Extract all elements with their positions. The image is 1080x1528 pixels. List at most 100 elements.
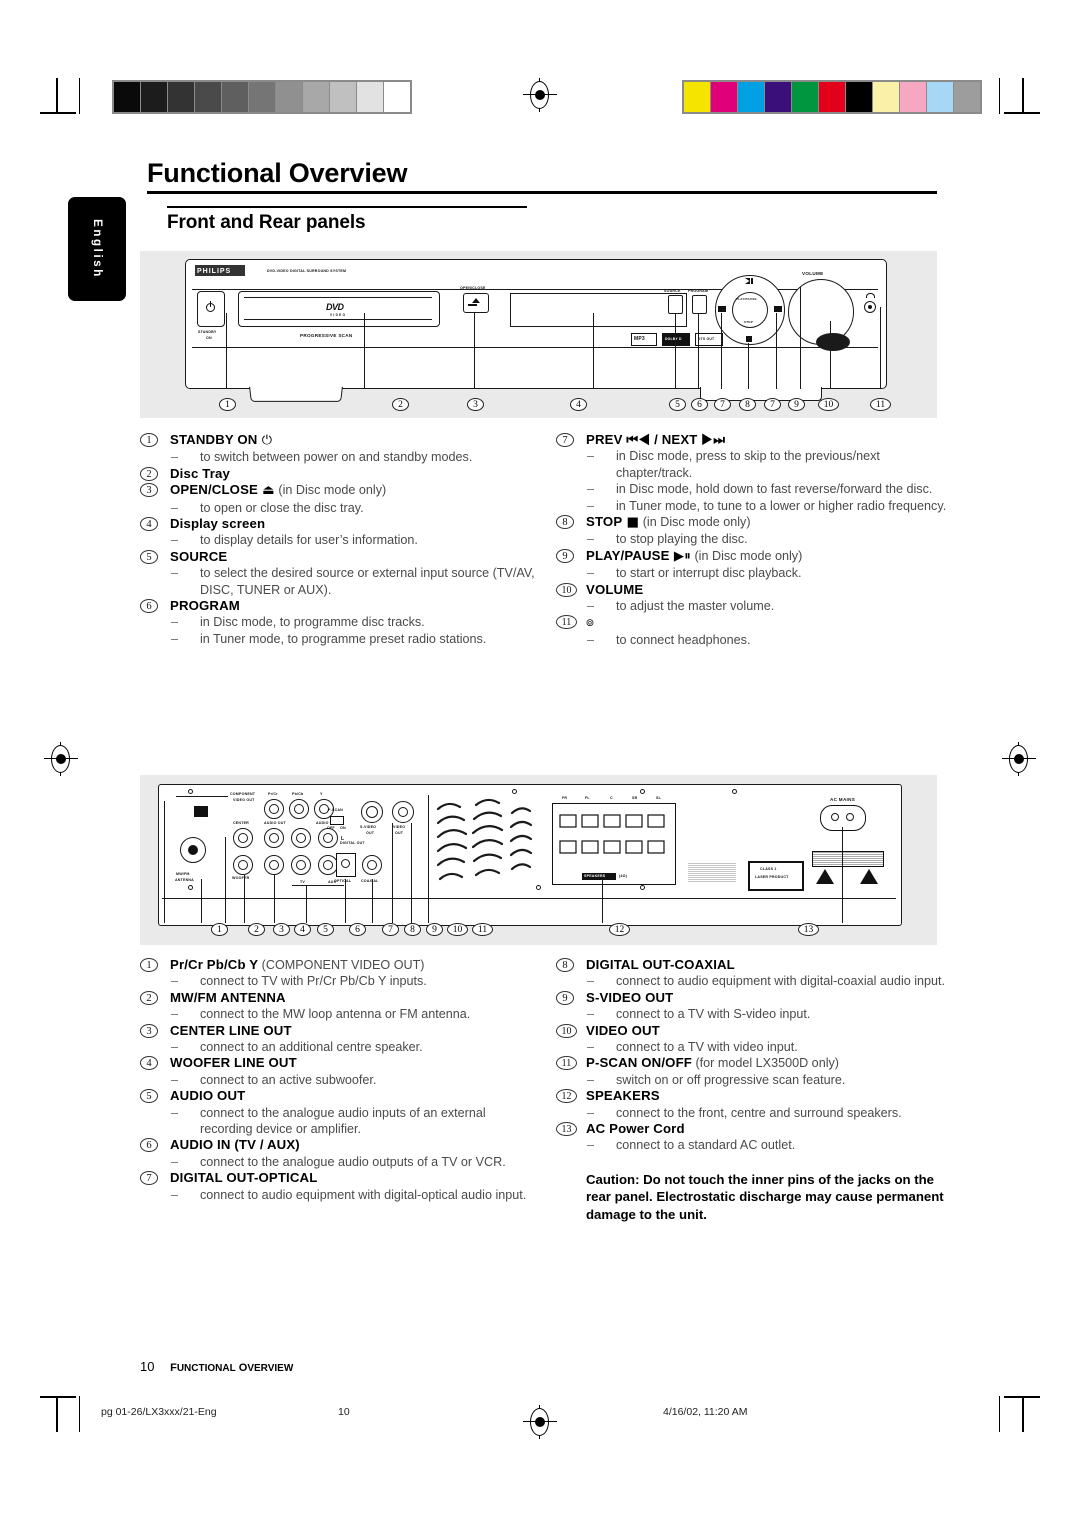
crop-mark-tr-v bbox=[1022, 78, 1024, 114]
bullet-dash: – bbox=[587, 1072, 595, 1087]
heading-text: DIGITAL OUT-OPTICAL bbox=[170, 1170, 318, 1186]
rear-item-number: 7 bbox=[140, 1171, 158, 1186]
front-item-bullet: – in Tuner mode, to tune to a lower or hi… bbox=[586, 498, 956, 514]
next-icon[interactable] bbox=[774, 306, 782, 312]
heading-text: CENTER LINE OUT bbox=[170, 1022, 292, 1038]
stop-icon[interactable] bbox=[746, 336, 752, 342]
system-label: DVD-VIDEO DIGITAL SURROUND SYSTEM bbox=[267, 269, 347, 273]
rear-leader-10 bbox=[411, 823, 412, 923]
rear-item-bullet: – connect to an active subwoofer. bbox=[170, 1072, 540, 1088]
front-item-bullet: – in Disc mode, to programme disc tracks. bbox=[170, 614, 540, 630]
disc-tray-slot-2 bbox=[244, 319, 432, 320]
color-swatch-7 bbox=[873, 82, 899, 112]
grayscale-swatch-0 bbox=[114, 82, 140, 112]
jog-play-pause-label: PLAY/PAUSE bbox=[736, 297, 757, 301]
front-item-bullet: – to start or interrupt disc playback. bbox=[586, 565, 956, 581]
rear-callout-13-12: 13 bbox=[798, 923, 819, 936]
audio-jack-r2c1-in bbox=[269, 860, 279, 870]
page-canvas: Functional Overview Front and Rear panel… bbox=[0, 0, 1080, 1528]
y-label: Y bbox=[320, 792, 323, 796]
rear-callout-2-1: 2 bbox=[248, 923, 265, 936]
standby-on-label-1: STANDBY bbox=[198, 330, 217, 334]
heading-glyph-icon: ๏ bbox=[586, 615, 595, 631]
optical-label: OPTICAL bbox=[334, 879, 352, 883]
bullet-dash: – bbox=[587, 1040, 595, 1055]
rear-callout-6-5: 6 bbox=[349, 923, 366, 936]
heading-text: AUDIO IN (TV / AUX) bbox=[170, 1137, 300, 1153]
prev-icon[interactable] bbox=[718, 306, 726, 312]
ac-mains-socket[interactable] bbox=[820, 805, 866, 831]
crop-mark-bl-v bbox=[56, 1396, 58, 1432]
program-label: PROGRAM bbox=[688, 289, 709, 293]
open-close-button[interactable] bbox=[463, 293, 489, 313]
front-item-4: 4 Display screen – to display details for u… bbox=[140, 516, 540, 549]
front-item-bullet: – in Disc mode, hold down to fast reverse… bbox=[586, 481, 956, 497]
screw-hole-2 bbox=[512, 789, 517, 794]
heading-text: STANDBY ON bbox=[170, 432, 258, 447]
caution-note: Caution: Do not touch the inner pins of … bbox=[586, 1171, 944, 1222]
language-tab-label: English bbox=[91, 219, 103, 279]
rear-callout-1-0: 1 bbox=[211, 923, 228, 936]
screw-hole-3 bbox=[640, 789, 645, 794]
front-item-heading: VOLUME bbox=[586, 582, 956, 598]
bullet-dash: – bbox=[171, 450, 179, 465]
rear-item-heading: AUDIO IN (TV / AUX) bbox=[170, 1137, 540, 1153]
bullet-text: to display details for user’s informatio… bbox=[200, 533, 418, 548]
rear-item-heading: S-VIDEO OUT bbox=[586, 990, 956, 1006]
front-item-8: 8 STOP ■ (in Disc mode only) – to stop play… bbox=[556, 514, 956, 548]
p-scan-switch[interactable] bbox=[330, 816, 344, 825]
front-item-5: 5 SOURCE – to select the desired source or … bbox=[140, 549, 540, 598]
front-panel-items-right: 7 PREV ⏮◀ / NEXT ▶⏭ – in Disc mode, press t… bbox=[556, 432, 956, 648]
philips-logo-text: PHILIPS bbox=[197, 268, 232, 275]
headphone-jack-inner bbox=[868, 305, 872, 309]
center-line-out-label: CENTER bbox=[233, 821, 249, 825]
video-out-jack-in bbox=[398, 807, 408, 817]
s-video-out-jack-in bbox=[366, 806, 378, 818]
mw-fm-antenna-label-1: MW/FM bbox=[176, 872, 190, 876]
color-swatch-1 bbox=[711, 82, 737, 112]
leader-11 bbox=[880, 307, 881, 389]
heading-text: Display screen bbox=[170, 516, 266, 532]
pb-cb-label: Pb/Cb bbox=[292, 792, 304, 796]
rear-item-8: 8 DIGITAL OUT-COAXIAL – connect to audio eq… bbox=[556, 957, 956, 990]
front-item-number: 5 bbox=[140, 549, 158, 564]
rear-callout-4-3: 4 bbox=[294, 923, 311, 936]
footer-page-number: 10 bbox=[338, 1406, 350, 1418]
front-item-number: 1 bbox=[140, 433, 158, 447]
front-item-2: 2 Disc Tray bbox=[140, 466, 540, 482]
rear-item-9: 9 S-VIDEO OUT – connect to a TV with S-vide… bbox=[556, 990, 956, 1023]
screw-hole-5 bbox=[188, 885, 193, 890]
rear-item-11: 11 P-SCAN ON/OFF (for model LX3500D only)… bbox=[556, 1055, 956, 1088]
philips-emblem bbox=[816, 333, 850, 351]
front-item-heading: PREV ⏮◀ / NEXT ▶⏭ bbox=[586, 432, 956, 448]
speakers-ohm-label: (4Ω) bbox=[619, 874, 628, 878]
front-panel-foot bbox=[249, 386, 343, 402]
front-item-11: 11 ๏ – to connect headphones. bbox=[556, 614, 956, 648]
bullet-dash: – bbox=[171, 1072, 179, 1087]
leader-5 bbox=[675, 313, 676, 389]
rear-item-4: 4 WOOFER LINE OUT – connect to an active su… bbox=[140, 1055, 540, 1088]
audio-out-label: AUDIO OUT bbox=[264, 821, 286, 825]
grayscale-swatch-10 bbox=[384, 82, 410, 112]
source-button[interactable] bbox=[668, 295, 683, 314]
screw-hole-7 bbox=[640, 885, 645, 890]
bullet-dash: – bbox=[171, 1154, 179, 1169]
rear-item-5: 5 AUDIO OUT – connect to the analogue audio… bbox=[140, 1088, 540, 1137]
screw-hole-6 bbox=[536, 885, 541, 890]
coaxial-out-jack-in bbox=[367, 860, 377, 870]
tv-label: TV bbox=[300, 880, 305, 884]
ac-mains-label: AC MAINS bbox=[830, 797, 856, 802]
program-button[interactable] bbox=[692, 295, 707, 314]
mw-antenna-terminal[interactable] bbox=[194, 806, 208, 817]
rear-item-number: 11 bbox=[556, 1056, 577, 1071]
rear-item-number: 8 bbox=[556, 958, 574, 972]
screw-hole-4 bbox=[732, 789, 737, 794]
disc-tray-slot bbox=[244, 297, 432, 298]
rear-leader-3 bbox=[225, 837, 226, 923]
front-item-bullet: – to switch between power on and standby … bbox=[170, 449, 540, 465]
section-subtitle: Front and Rear panels bbox=[167, 212, 366, 233]
grayscale-swatch-4 bbox=[222, 82, 248, 112]
color-swatch-10 bbox=[954, 82, 980, 112]
front-callout-1-0: 1 bbox=[219, 398, 236, 411]
grayscale-swatch-8 bbox=[330, 82, 356, 112]
